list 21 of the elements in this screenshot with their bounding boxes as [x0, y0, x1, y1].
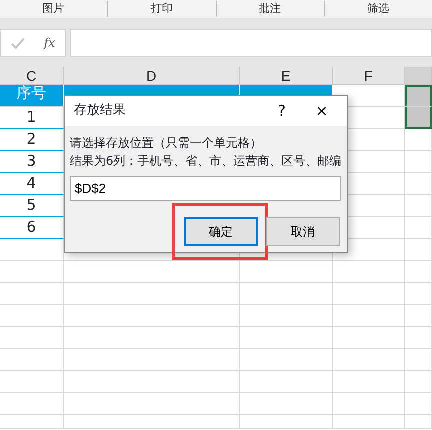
cancel-button[interactable]: 取消 [266, 217, 340, 246]
column-header[interactable]: E [240, 67, 333, 85]
formula-input[interactable] [70, 29, 432, 57]
header-cell: 序号 [0, 85, 64, 107]
instruction-text: 结果为6列：手机号、省、市、运营商、区号、邮编 [69, 153, 343, 170]
ok-button[interactable]: 确定 [184, 217, 258, 246]
column-header[interactable]: C [0, 67, 64, 85]
instruction-text: 请选择存放位置（只需一个单元格） [69, 135, 263, 152]
column-header[interactable] [405, 67, 432, 85]
function-icon[interactable]: fx [44, 34, 56, 52]
ribbon-tab[interactable]: 筛选 [324, 1, 432, 17]
close-button[interactable]: × [309, 100, 335, 122]
input-field[interactable]: $D$2 [70, 176, 341, 201]
check-icon[interactable] [10, 38, 25, 48]
ribbon-tab[interactable]: 图片 [0, 1, 108, 17]
dialog-title: 存放结果 [74, 102, 126, 120]
column-header[interactable]: D [64, 67, 240, 85]
ribbon-tab[interactable]: 批注 [216, 1, 325, 17]
ribbon-tab[interactable]: 打印 [108, 1, 216, 17]
help-button[interactable]: ? [269, 100, 295, 122]
column-header[interactable]: F [333, 67, 405, 85]
